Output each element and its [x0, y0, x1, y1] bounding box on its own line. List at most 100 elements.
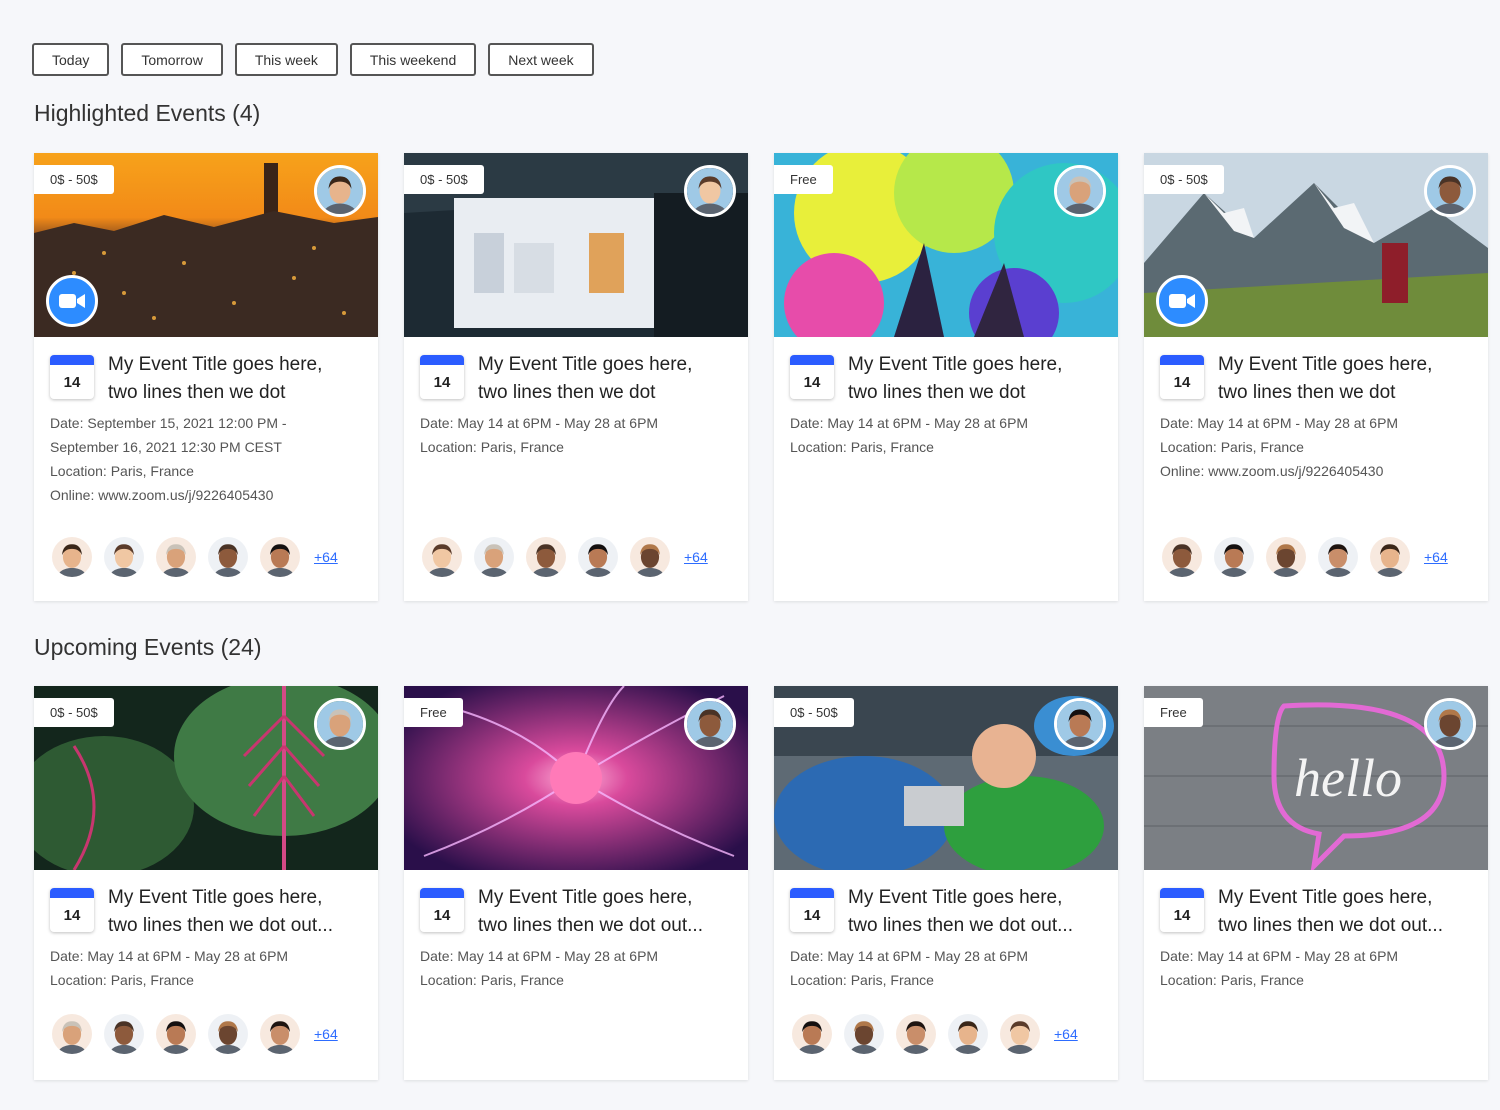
event-card[interactable]: 0$ - 50$ 14 My Event Title goes here, two l…: [404, 153, 748, 601]
attendee-avatar[interactable]: [998, 1012, 1042, 1056]
event-location: Location: Paris, France: [50, 972, 194, 988]
event-title[interactable]: My Event Title goes here, two lines then …: [478, 884, 703, 940]
event-date: Date: May 14 at 6PM - May 28 at 6PM: [420, 415, 659, 431]
event-card[interactable]: hello Free 14 My Event Title goes here, two …: [1144, 686, 1488, 1080]
attendee-list: +64: [50, 1012, 338, 1056]
more-attendees-link[interactable]: +64: [314, 549, 338, 565]
attendee-avatar[interactable]: [576, 535, 620, 579]
event-title-line-2: two lines then we dot out...: [848, 915, 1073, 936]
event-card[interactable]: Free 14 My Event Title goes here, two lines…: [404, 686, 748, 1080]
event-location: Location: Paris, France: [1160, 439, 1304, 455]
attendee-avatar[interactable]: [946, 1012, 990, 1056]
event-title[interactable]: My Event Title goes here, two lines then …: [108, 884, 333, 940]
event-title-line-1: My Event Title goes here,: [478, 354, 693, 375]
host-avatar[interactable]: [684, 698, 736, 750]
event-title[interactable]: My Event Title goes here, two lines then …: [848, 351, 1062, 407]
event-card[interactable]: 0$ - 50$ 14 My Event Title goes here, two l…: [1144, 153, 1488, 601]
calendar-day: 14: [63, 906, 81, 924]
calendar-day: 14: [803, 906, 821, 924]
upcoming-events-grid: 0$ - 50$ 14 My Event Title goes here, two l…: [34, 686, 1488, 1080]
more-attendees-link[interactable]: +64: [314, 1026, 338, 1042]
attendee-avatar[interactable]: [102, 535, 146, 579]
calendar-icon-header: [50, 888, 94, 898]
event-card[interactable]: 0$ - 50$ 14 My Event Title goes here, two l…: [774, 686, 1118, 1080]
event-meta: Date: May 14 at 6PM - May 28 at 6PM Locat…: [420, 944, 732, 992]
event-online-link[interactable]: Online: www.zoom.us/j/9226405430: [1160, 459, 1472, 483]
filter-tomorrow-button[interactable]: Tomorrow: [121, 43, 223, 76]
attendee-list: +64: [1160, 535, 1448, 579]
attendee-avatar[interactable]: [206, 535, 250, 579]
host-avatar[interactable]: [1424, 698, 1476, 750]
event-image[interactable]: Free: [774, 153, 1118, 337]
zoom-video-icon: [1156, 275, 1208, 327]
event-image[interactable]: 0$ - 50$: [404, 153, 748, 337]
event-title-row: 14 My Event Title goes here, two lines the…: [420, 884, 732, 940]
filter-today-button[interactable]: Today: [32, 43, 110, 76]
attendee-avatar[interactable]: [420, 535, 464, 579]
event-image[interactable]: Free: [404, 686, 748, 870]
event-image[interactable]: 0$ - 50$: [1144, 153, 1488, 337]
event-image[interactable]: 0$ - 50$: [34, 686, 378, 870]
event-image[interactable]: hello Free: [1144, 686, 1488, 870]
host-avatar[interactable]: [1424, 165, 1476, 217]
attendee-avatar[interactable]: [102, 1012, 146, 1056]
event-meta: Date: May 14 at 6PM - May 28 at 6PM Locat…: [50, 944, 362, 992]
attendee-avatar[interactable]: [1316, 535, 1360, 579]
event-title-row: 14 My Event Title goes here, two lines the…: [50, 884, 362, 940]
event-title-line-2: two lines then we dot out...: [478, 915, 703, 936]
event-location: Location: Paris, France: [50, 463, 194, 479]
event-details: 14 My Event Title goes here, two lines the…: [34, 870, 378, 1056]
event-online-link[interactable]: Online: www.zoom.us/j/9226405430: [50, 483, 362, 507]
calendar-icon-header: [790, 888, 834, 898]
attendee-avatar[interactable]: [472, 535, 516, 579]
attendee-avatar[interactable]: [1212, 535, 1256, 579]
event-title[interactable]: My Event Title goes here, two lines then …: [848, 884, 1073, 940]
calendar-icon: 14: [420, 888, 464, 932]
filter-next-week-button[interactable]: Next week: [488, 43, 594, 76]
host-avatar[interactable]: [684, 165, 736, 217]
zoom-video-icon: [46, 275, 98, 327]
filter-this-week-button[interactable]: This week: [234, 43, 338, 76]
attendee-avatar[interactable]: [790, 1012, 834, 1056]
attendee-avatar[interactable]: [1368, 535, 1412, 579]
more-attendees-link[interactable]: +64: [684, 549, 708, 565]
attendee-avatar[interactable]: [258, 1012, 302, 1056]
attendee-avatar[interactable]: [894, 1012, 938, 1056]
event-card[interactable]: 0$ - 50$ 14 My Event Title goes here, two l…: [34, 686, 378, 1080]
calendar-day: 14: [63, 373, 81, 391]
attendee-avatar[interactable]: [50, 535, 94, 579]
attendee-avatar[interactable]: [524, 535, 568, 579]
attendee-avatar[interactable]: [154, 535, 198, 579]
attendee-avatar[interactable]: [1264, 535, 1308, 579]
event-card[interactable]: 0$ - 50$ 14 My Event Title goes here, two l…: [34, 153, 378, 601]
event-title[interactable]: My Event Title goes here, two lines then …: [108, 351, 322, 407]
filter-this-weekend-button[interactable]: This weekend: [349, 43, 477, 76]
host-avatar[interactable]: [314, 165, 366, 217]
attendee-avatar[interactable]: [206, 1012, 250, 1056]
event-image[interactable]: 0$ - 50$: [774, 686, 1118, 870]
more-attendees-link[interactable]: +64: [1054, 1026, 1078, 1042]
event-date: Date: May 14 at 6PM - May 28 at 6PM: [1160, 948, 1399, 964]
calendar-icon: 14: [790, 355, 834, 399]
attendee-avatar[interactable]: [628, 535, 672, 579]
host-avatar[interactable]: [314, 698, 366, 750]
host-avatar[interactable]: [1054, 165, 1106, 217]
event-date-continued: September 16, 2021 12:30 PM CEST: [50, 439, 282, 455]
calendar-icon-header: [420, 355, 464, 365]
more-attendees-link[interactable]: +64: [1424, 549, 1448, 565]
event-title[interactable]: My Event Title goes here, two lines then …: [1218, 884, 1443, 940]
price-badge: 0$ - 50$: [34, 698, 114, 727]
event-title[interactable]: My Event Title goes here, two lines then …: [478, 351, 692, 407]
event-title-line-1: My Event Title goes here,: [1218, 887, 1433, 908]
event-title[interactable]: My Event Title goes here, two lines then …: [1218, 351, 1432, 407]
host-avatar[interactable]: [1054, 698, 1106, 750]
calendar-icon-header: [50, 355, 94, 365]
event-image[interactable]: 0$ - 50$: [34, 153, 378, 337]
attendee-avatar[interactable]: [258, 535, 302, 579]
attendee-avatar[interactable]: [1160, 535, 1204, 579]
attendee-avatar[interactable]: [50, 1012, 94, 1056]
event-card[interactable]: Free 14 My Event Title goes here, two lines…: [774, 153, 1118, 601]
attendee-avatar[interactable]: [842, 1012, 886, 1056]
event-title-row: 14 My Event Title goes here, two lines the…: [1160, 351, 1472, 407]
attendee-avatar[interactable]: [154, 1012, 198, 1056]
